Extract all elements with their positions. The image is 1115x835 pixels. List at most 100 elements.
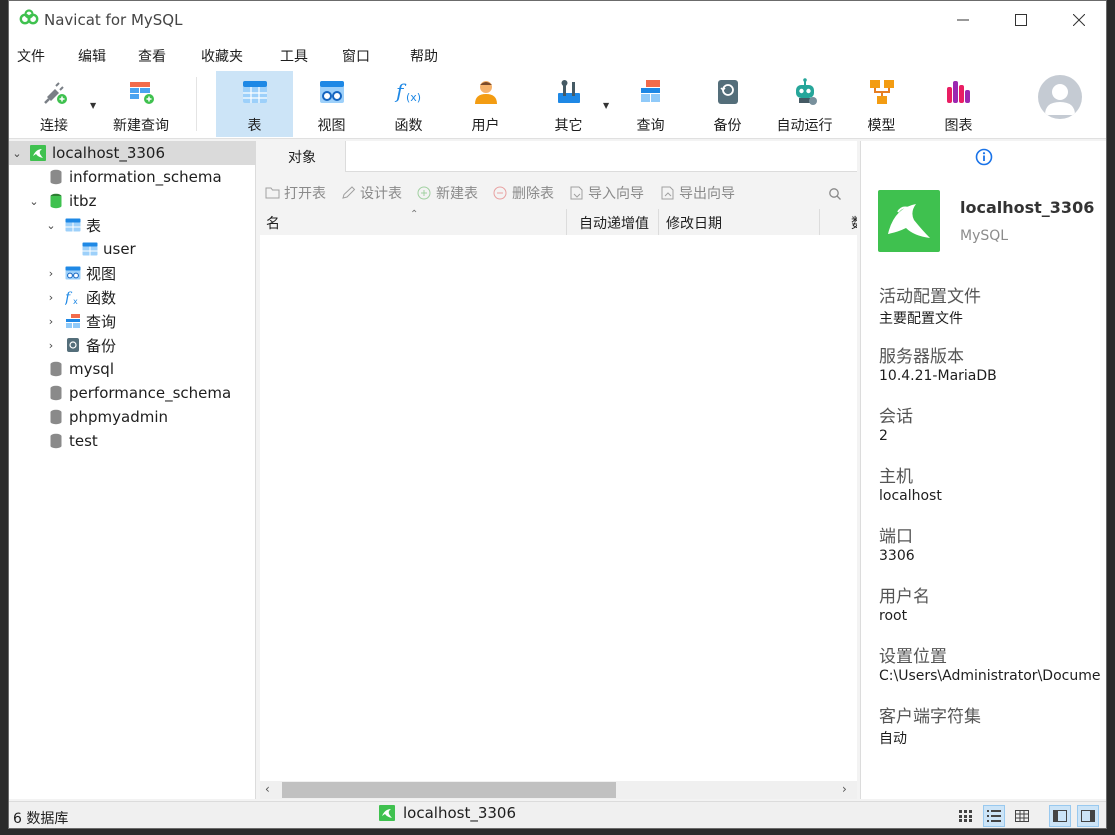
menu-view[interactable]: 查看 — [138, 46, 166, 66]
column-divider[interactable] — [566, 209, 567, 235]
connect-dropdown-icon[interactable]: ▼ — [90, 101, 96, 110]
delete-table-button[interactable]: 删除表 — [493, 183, 554, 203]
new-table-button[interactable]: 新建表 — [417, 183, 478, 203]
tree-label: 函数 — [86, 288, 117, 307]
folder-open-icon — [265, 187, 280, 199]
query-button[interactable]: 查询 — [612, 71, 689, 137]
automation-button[interactable]: 自动运行 — [766, 71, 843, 137]
scroll-right-icon[interactable]: › — [842, 782, 847, 796]
chevron-down-icon[interactable]: ⌄ — [28, 195, 40, 208]
tab-objects[interactable]: 对象 — [259, 141, 346, 172]
object-list-body[interactable] — [260, 235, 857, 781]
list-view-button[interactable] — [983, 805, 1005, 827]
export-wizard-button[interactable]: 导出向导 — [660, 183, 735, 203]
backup-button[interactable]: 备份 — [689, 71, 766, 137]
grid-view-icon — [959, 810, 972, 822]
tree-item-functions-group[interactable]: › f x 函数 — [9, 285, 256, 309]
user-avatar[interactable] — [1038, 75, 1082, 119]
chevron-down-icon[interactable]: ⌄ — [11, 147, 23, 160]
menu-favorites[interactable]: 收藏夹 — [201, 46, 243, 66]
column-auto-increment[interactable]: 自动递增值 — [579, 213, 649, 233]
column-modified-date[interactable]: 修改日期 — [666, 213, 722, 233]
toggle-right-panel-button[interactable] — [1077, 805, 1099, 827]
tree-item-database[interactable]: phpmyadmin — [9, 405, 256, 429]
tree-item-views-group[interactable]: › 视图 — [9, 261, 256, 285]
tree-item-backups-group[interactable]: › 备份 — [9, 333, 256, 357]
user-label: 用户 — [471, 118, 500, 134]
chevron-down-icon[interactable]: ⌄ — [45, 219, 57, 232]
tree-item-table[interactable]: user — [9, 237, 256, 261]
view-icon — [319, 81, 344, 103]
svg-text:x: x — [73, 297, 78, 305]
grid-view-button[interactable] — [955, 805, 977, 827]
function-button[interactable]: f (x) 函数 — [370, 71, 447, 137]
table-icon — [82, 242, 98, 256]
import-wizard-button[interactable]: 导入向导 — [569, 183, 644, 203]
design-table-button[interactable]: 设计表 — [341, 183, 402, 203]
model-button[interactable]: 模型 — [843, 71, 920, 137]
search-icon[interactable] — [828, 187, 842, 201]
minimize-button[interactable] — [934, 1, 992, 39]
status-connection-label: localhost_3306 — [403, 804, 517, 822]
table-button[interactable]: 表 — [216, 71, 293, 137]
tree-item-queries-group[interactable]: › 查询 — [9, 309, 256, 333]
tree-item-database[interactable]: information_schema — [9, 165, 256, 189]
tree-item-database[interactable]: test — [9, 429, 256, 453]
navicat-logo-icon — [19, 9, 39, 25]
svg-text:f: f — [65, 290, 73, 305]
column-divider[interactable] — [658, 209, 659, 235]
tree-item-database[interactable]: ⌄ itbz — [9, 189, 256, 213]
new-query-button[interactable]: 新建查询 — [103, 71, 179, 137]
column-name[interactable]: 名 — [266, 213, 280, 233]
info-icon[interactable] — [975, 148, 993, 166]
objects-panel: 对象 打开表 设计表 新建表 删除表 导入向导 导出向导 名 ⌃ 自动递增值 修… — [259, 141, 859, 799]
tree-label: 视图 — [86, 264, 117, 283]
other-dropdown-icon[interactable]: ▼ — [603, 101, 609, 110]
export-icon — [661, 186, 674, 200]
menu-window[interactable]: 窗口 — [342, 46, 370, 66]
close-button[interactable] — [1050, 1, 1106, 39]
menu-edit[interactable]: 编辑 — [78, 46, 106, 66]
chevron-right-icon[interactable]: › — [45, 315, 57, 328]
chevron-right-icon[interactable]: › — [45, 291, 57, 304]
tree-item-tables-group[interactable]: ⌄ 表 — [9, 213, 256, 237]
prop-value-settings-location: C:\Users\Administrator\Documents — [879, 668, 1101, 684]
chevron-right-icon[interactable]: › — [45, 267, 57, 280]
menu-bar: 文件 编辑 查看 收藏夹 工具 窗口 帮助 — [9, 39, 1106, 71]
menu-tools[interactable]: 工具 — [280, 46, 308, 66]
toggle-left-panel-button[interactable] — [1049, 805, 1071, 827]
user-button[interactable]: 用户 — [447, 71, 524, 137]
prop-key-username: 用户名 — [879, 587, 930, 607]
app-window: Navicat for MySQL 文件 编辑 查看 收藏夹 工具 窗口 帮助 — [8, 0, 1107, 829]
maximize-icon — [1015, 14, 1027, 26]
table-icon — [242, 81, 267, 103]
column-divider[interactable] — [819, 209, 820, 235]
minimize-icon — [957, 19, 969, 21]
horizontal-scrollbar[interactable]: ‹ › — [260, 781, 857, 799]
design-table-label: 设计表 — [360, 186, 402, 202]
database-icon — [50, 385, 62, 401]
column-truncated[interactable]: 数 — [851, 213, 857, 233]
plus-circle-icon — [417, 186, 431, 200]
menu-file[interactable]: 文件 — [17, 46, 45, 66]
tree-label: user — [103, 240, 136, 258]
menu-help[interactable]: 帮助 — [410, 46, 438, 66]
prop-value-port: 3306 — [879, 548, 915, 564]
tree-item-connection[interactable]: ⌄ localhost_3306 — [9, 141, 256, 165]
scroll-left-icon[interactable]: ‹ — [265, 782, 270, 796]
open-table-button[interactable]: 打开表 — [265, 183, 326, 203]
database-icon — [50, 169, 62, 185]
detail-view-button[interactable] — [1011, 805, 1033, 827]
scroll-thumb[interactable] — [282, 782, 616, 798]
chevron-right-icon[interactable]: › — [45, 339, 57, 352]
connect-button[interactable]: 连接 — [21, 71, 87, 137]
tab-strip: 对象 — [259, 141, 857, 172]
status-connection: localhost_3306 — [379, 804, 516, 822]
tree-item-database[interactable]: mysql — [9, 357, 256, 381]
other-button[interactable]: 其它 — [530, 71, 607, 137]
maximize-button[interactable] — [992, 1, 1050, 39]
view-button[interactable]: 视图 — [293, 71, 370, 137]
chart-icon — [946, 81, 970, 103]
chart-button[interactable]: 图表 — [920, 71, 997, 137]
tree-item-database[interactable]: performance_schema — [9, 381, 256, 405]
